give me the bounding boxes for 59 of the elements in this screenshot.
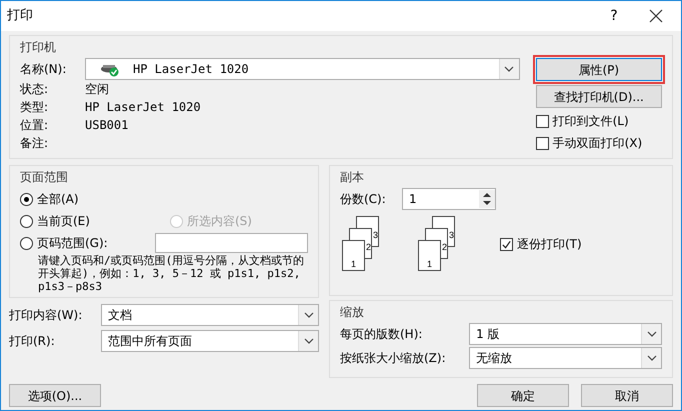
dropdown-button[interactable]	[641, 348, 661, 368]
info-label: 类型:	[20, 99, 50, 116]
options-button[interactable]: 选项(O)...	[9, 384, 101, 407]
field-label: 按纸张大小缩放(Z):	[340, 350, 447, 367]
caret-icon[interactable]	[646, 331, 656, 337]
radio-label: 当前页(E)	[37, 213, 90, 230]
field-label: 打印内容(W):	[9, 307, 84, 324]
checkbox[interactable]	[500, 238, 513, 250]
info-value: HP LaserJet 1020	[85, 99, 201, 116]
group-title: 打印机	[20, 39, 56, 56]
radio-button[interactable]	[20, 214, 33, 228]
dropdown-button[interactable]	[641, 324, 661, 344]
spinner-arrows-icon	[479, 190, 495, 208]
page-stack-drawing: 3 2 1	[340, 216, 382, 272]
dropdown-button[interactable]	[298, 331, 318, 351]
field-label: 份数(C):	[340, 191, 387, 208]
page-stack-drawing: 3 2 1	[416, 216, 458, 272]
radio-button[interactable]	[20, 192, 33, 206]
caret-icon[interactable]	[504, 66, 514, 72]
group-title: 副本	[340, 169, 364, 186]
info-label: 备注:	[20, 135, 50, 152]
field-label: 打印(R):	[9, 333, 56, 350]
properties-button[interactable]: 属性(P)	[536, 58, 662, 81]
dropdown-button[interactable]	[498, 59, 519, 79]
close-icon[interactable]	[649, 9, 663, 23]
info-label: 位置:	[20, 117, 50, 134]
info-value: USB001	[85, 117, 128, 134]
field-label: 每页的版数(H):	[340, 326, 424, 343]
radio-button[interactable]	[20, 236, 33, 250]
printer-dropdown[interactable]: HP LaserJet 1020	[85, 58, 520, 80]
caret-icon[interactable]	[646, 355, 656, 361]
dropdown-button[interactable]	[298, 305, 318, 325]
ok-button[interactable]: 确定	[477, 384, 569, 407]
dropdown[interactable]: 文档	[101, 304, 319, 326]
info-value: 空闲	[85, 81, 109, 98]
field-label: 名称(N):	[20, 61, 68, 78]
caret-icon[interactable]	[304, 338, 314, 344]
info-label: 状态:	[20, 81, 50, 98]
dropdown[interactable]: 无缩放	[469, 347, 662, 369]
dropdown[interactable]: 1 版	[469, 323, 662, 345]
checkbox-label: 手动双面打印(X)	[552, 135, 642, 152]
radio-label: 页码范围(G):	[37, 235, 108, 252]
checkbox-label: 打印到文件(L)	[552, 113, 629, 130]
help-button[interactable]: ?	[591, 6, 637, 26]
checkbox[interactable]	[536, 114, 549, 128]
caret-icon[interactable]	[304, 312, 314, 318]
cancel-button[interactable]: 取消	[581, 384, 673, 407]
find-printer-button[interactable]: 查找打印机(D)...	[536, 85, 662, 108]
checkbox-label: 逐份打印(T)	[517, 236, 582, 253]
hint-text: 请键入页码和/或页码范围(用逗号分隔，从文档或节的开头算起)，例如：1, 3, 5－12 或 p1s1, p1s2, p1s3－p8s3	[37, 254, 306, 293]
page-range-field[interactable]	[154, 233, 308, 253]
group-title: 页面范围	[20, 169, 68, 186]
window-title: 打印	[7, 7, 34, 26]
radio-label: 全部(A)	[37, 191, 79, 208]
copies-spinner[interactable]: 1	[402, 188, 496, 210]
radio-label: 所选内容(S)	[187, 213, 252, 230]
checkbox[interactable]	[536, 136, 549, 150]
dropdown[interactable]: 范围中所有页面	[101, 330, 319, 352]
group-title: 缩放	[340, 304, 364, 321]
